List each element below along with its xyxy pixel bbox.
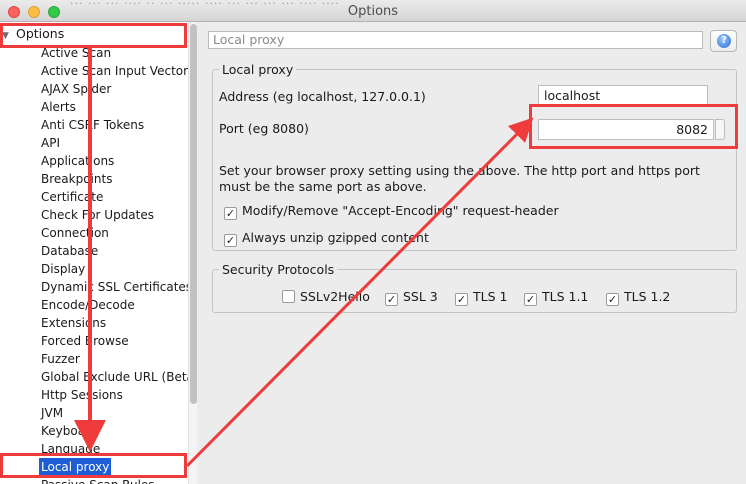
tree-item[interactable]: Check For Updates [41,206,154,224]
panel-breadcrumb: Local proxy [208,31,703,49]
tls1-checkbox[interactable]: ✓ TLS 1 [455,289,508,306]
tree-item[interactable]: Certificate [41,188,103,206]
modify-accept-encoding-checkbox[interactable]: ✓ Modify/Remove "Accept-Encoding" request… [224,203,559,220]
tree-item[interactable]: JVM [41,404,63,422]
checkbox-checked-icon[interactable]: ✓ [606,293,619,306]
tree-item[interactable]: Extensions [41,314,106,332]
address-field[interactable]: localhost [538,85,708,106]
tree-item[interactable]: Alerts [41,98,76,116]
checkbox-label: Always unzip gzipped content [242,230,429,245]
security-protocols-title: Security Protocols [219,262,338,277]
tree-item[interactable]: Connection [41,224,109,242]
tree-root-options[interactable]: ▼ Options [2,26,64,44]
checkbox-label: TLS 1.2 [624,289,671,304]
window-title: Options [347,4,399,19]
tree-item[interactable]: Encode/Decode [41,296,135,314]
tree-scrollbar[interactable] [188,22,197,484]
checkbox-checked-icon[interactable]: ✓ [224,207,237,220]
checkbox-unchecked-icon[interactable] [282,290,295,303]
proxy-description: Set your browser proxy setting using the… [219,163,700,194]
security-protocols-group: Security Protocols SSLv2Hello ✓ SSL 3 ✓ TL… [212,262,737,313]
checkbox-checked-icon[interactable]: ✓ [524,293,537,306]
tree-item[interactable]: API [41,134,60,152]
tree-item[interactable]: Dynamic SSL Certificates [41,278,188,296]
tree-item[interactable]: Keyboard [41,422,97,440]
tree-item[interactable]: Applications [41,152,114,170]
checkbox-checked-icon[interactable]: ✓ [224,234,237,247]
port-stepper[interactable] [715,119,725,140]
checkbox-label: SSLv2Hello [300,289,370,304]
tree-item[interactable]: Display [41,260,85,278]
local-proxy-group-title: Local proxy [219,62,297,77]
help-icon: ? [717,34,731,48]
address-label: Address (eg localhost, 127.0.0.1) [219,89,426,104]
tree-item[interactable]: Breakpoints [41,170,112,188]
tls12-checkbox[interactable]: ✓ TLS 1.2 [606,289,671,306]
tree-root-label: Options [16,26,65,41]
tree-item[interactable]: Passive Scan Rules [41,476,155,484]
checkbox-label: Modify/Remove "Accept-Encoding" request-… [242,203,559,218]
always-unzip-checkbox[interactable]: ✓ Always unzip gzipped content [224,230,429,247]
tree-item[interactable]: Global Exclude URL (Beta [41,368,188,386]
tree-item[interactable]: Http Sessions [41,386,123,404]
tree-scrollbar-thumb[interactable] [190,24,197,404]
tree-item[interactable]: Anti CSRF Tokens [41,116,144,134]
port-label: Port (eg 8080) [219,121,309,136]
ssl3-checkbox[interactable]: ✓ SSL 3 [385,289,438,306]
tree-item[interactable]: Language [41,440,100,458]
tree-item[interactable]: Fuzzer [41,350,80,368]
tree-item[interactable]: Active Scan Input Vectors [41,62,188,80]
checkbox-label: TLS 1.1 [542,289,589,304]
title-bar: ... ... ... .... .. ... ..... .... ... .… [0,0,746,22]
checkbox-checked-icon[interactable]: ✓ [385,293,398,306]
tree-item-local-proxy[interactable]: Local proxy [39,458,112,476]
tree-item[interactable]: Database [41,242,98,260]
local-proxy-group: Local proxy Address (eg localhost, 127.0… [212,62,737,251]
tree-item[interactable]: Forced Browse [41,332,129,350]
help-button[interactable]: ? [710,30,737,52]
checkbox-label: SSL 3 [403,289,438,304]
options-panel: Local proxy ? Local proxy Address (eg lo… [197,22,746,484]
sslv2hello-checkbox[interactable]: SSLv2Hello [282,289,370,305]
expand-triangle-icon[interactable]: ▼ [2,31,16,41]
options-tree: ▼ Options Active Scan Active Scan Input V… [0,22,188,484]
tree-item[interactable]: Active Scan [41,44,111,62]
checkbox-label: TLS 1 [473,289,508,304]
tree-item[interactable]: AJAX Spider [41,80,111,98]
tls11-checkbox[interactable]: ✓ TLS 1.1 [524,289,589,306]
port-field[interactable]: 8082 [538,119,714,140]
checkbox-checked-icon[interactable]: ✓ [455,293,468,306]
